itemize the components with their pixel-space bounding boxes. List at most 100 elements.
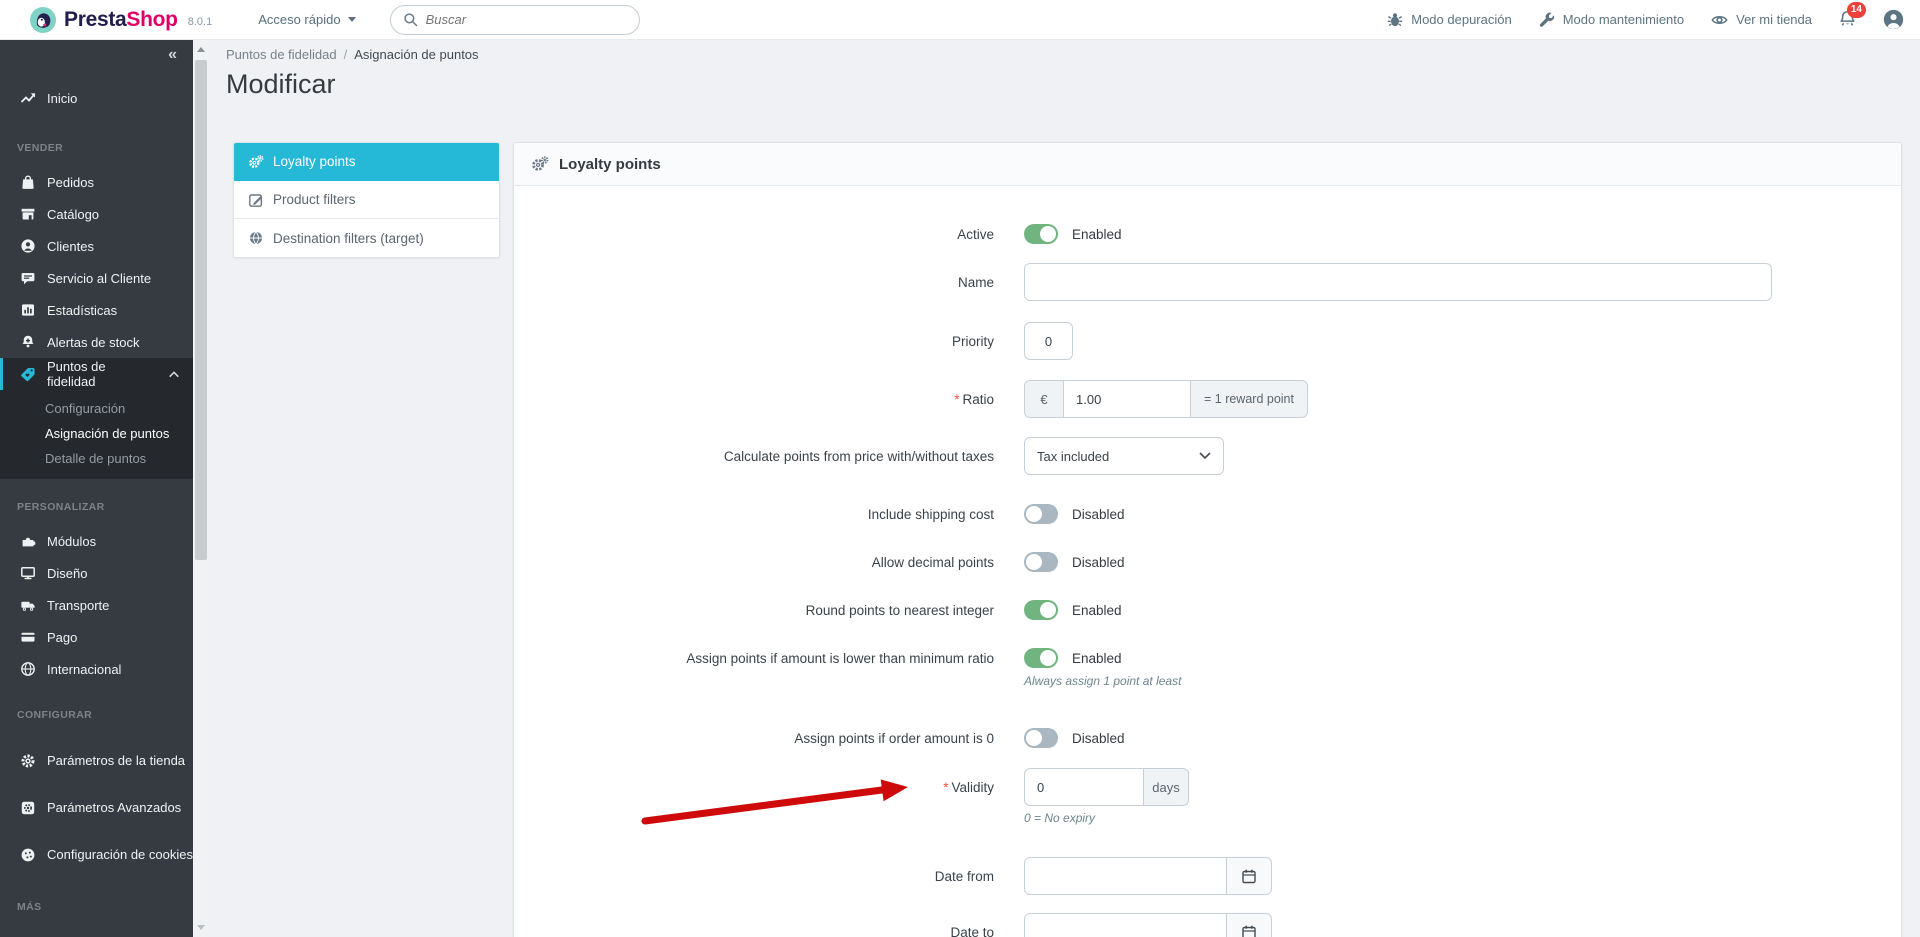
sidebar-item-parametros-tienda[interactable]: Parámetros de la tienda — [0, 741, 193, 781]
tab-product-filters[interactable]: Product filters — [234, 181, 499, 219]
sidebar-item-label: Inicio — [47, 90, 78, 106]
sidebar-subitem-detalle[interactable]: Detalle de puntos — [0, 446, 193, 471]
assign-lower-state-text: Enabled — [1072, 650, 1122, 666]
sidebar-item-inicio[interactable]: Inicio — [0, 82, 193, 114]
maintenance-mode-link[interactable]: Modo mantenimiento — [1538, 11, 1684, 29]
triangle-up-icon — [196, 47, 205, 52]
form-row-active: Active Enabled — [514, 224, 1901, 244]
breadcrumb: Puntos de fidelidad / Asignación de puntos — [208, 40, 1920, 62]
sidebar-item-pedidos[interactable]: Pedidos — [0, 166, 193, 198]
credit-card-icon — [21, 632, 35, 642]
gear-icon — [21, 754, 35, 768]
version-label: 8.0.1 — [187, 15, 213, 28]
assign-zero-toggle[interactable] — [1024, 728, 1058, 748]
required-mark: * — [954, 391, 960, 407]
active-toggle[interactable] — [1024, 224, 1058, 244]
notification-count-badge: 14 — [1846, 1, 1866, 18]
maintenance-mode-label: Modo mantenimiento — [1562, 12, 1685, 27]
sidebar-item-label: Pedidos — [47, 174, 94, 190]
monitor-icon — [21, 567, 35, 580]
priority-input[interactable] — [1024, 322, 1073, 360]
date-to-input[interactable] — [1024, 913, 1227, 937]
triangle-down-icon — [196, 925, 205, 930]
account-avatar-icon[interactable] — [1883, 9, 1904, 30]
sidebar-item-label: Módulos — [47, 533, 97, 549]
sidebar-collapse-button[interactable]: « — [0, 40, 193, 70]
sidebar-item-label: Catálogo — [47, 206, 100, 222]
sidebar-item-parametros-avanzados[interactable]: Parámetros Avanzados — [0, 788, 193, 828]
form-row-name: Name — [514, 263, 1901, 301]
view-shop-link[interactable]: Ver mi tienda — [1710, 11, 1812, 29]
sidebar-item-servicio[interactable]: Servicio al Cliente — [0, 262, 193, 294]
quick-access-dropdown[interactable]: Acceso rápido — [258, 12, 356, 27]
caret-down-icon — [347, 17, 356, 22]
debug-mode-link[interactable]: Modo depuración — [1386, 11, 1512, 29]
name-label: Name — [957, 274, 994, 290]
decimal-label: Allow decimal points — [871, 554, 994, 570]
taxes-label: Calculate points from price with/without… — [723, 448, 994, 464]
required-mark: * — [943, 779, 949, 795]
breadcrumb-parent[interactable]: Puntos de fidelidad — [226, 47, 337, 62]
scroll-down-button[interactable] — [193, 920, 208, 935]
date-to-label: Date to — [950, 924, 994, 937]
name-input[interactable] — [1024, 263, 1772, 301]
date-to-calendar-button[interactable] — [1226, 913, 1272, 937]
sidebar-item-estadisticas[interactable]: Estadísticas — [0, 294, 193, 326]
sidebar-item-diseno[interactable]: Diseño — [0, 557, 193, 589]
sidebar-scrollbar[interactable] — [193, 40, 208, 937]
sidebar-nav: « Inicio VENDER Pedidos Catálogo Cliente… — [0, 40, 193, 937]
sidebar-subitem-configuracion[interactable]: Configuración — [0, 396, 193, 421]
arrow-head — [880, 779, 908, 802]
round-label: Round points to nearest integer — [805, 602, 994, 618]
validity-help-text: 0 = No expiry — [1024, 811, 1096, 825]
gears-icon — [532, 156, 549, 171]
validity-input[interactable] — [1024, 768, 1144, 806]
taxes-select[interactable]: Tax included — [1024, 437, 1224, 475]
calendar-icon — [1242, 869, 1256, 884]
sidebar-item-catalogo[interactable]: Catálogo — [0, 198, 193, 230]
sidebar-item-pago[interactable]: Pago — [0, 621, 193, 653]
notifications-button[interactable]: 14 — [1838, 1, 1866, 31]
calendar-icon — [1242, 925, 1256, 937]
logo-wordmark: PrestaShop — [64, 7, 178, 31]
sidebar-section-personalizar: PERSONALIZAR — [17, 501, 105, 513]
date-from-calendar-button[interactable] — [1226, 857, 1272, 895]
search-input[interactable] — [425, 12, 627, 27]
tab-destination-filters[interactable]: Destination filters (target) — [234, 219, 499, 257]
sidebar-section-mas: MÁS — [17, 901, 42, 913]
sidebar-item-alertas[interactable]: Alertas de stock — [0, 326, 193, 358]
sidebar-item-internacional[interactable]: Internacional — [0, 653, 193, 685]
sidebar-item-cookies[interactable]: Configuración de cookies — [0, 835, 193, 875]
toggle-knob — [1026, 506, 1042, 522]
date-from-input[interactable] — [1024, 857, 1227, 895]
shipping-state-text: Disabled — [1072, 506, 1125, 522]
form-row-shipping: Include shipping cost Disabled — [514, 504, 1901, 524]
sidebar-item-label: Internacional — [47, 661, 122, 677]
round-toggle[interactable] — [1024, 600, 1058, 620]
decimal-toggle[interactable] — [1024, 552, 1058, 572]
priority-label: Priority — [951, 333, 994, 349]
sidebar-item-puntos-fidelidad[interactable]: Puntos de fidelidad — [0, 358, 193, 390]
tab-label: Destination filters (target) — [273, 230, 424, 246]
sidebar-subitem-asignacion[interactable]: Asignación de puntos — [0, 421, 193, 446]
tab-label: Product filters — [273, 192, 356, 207]
search-box[interactable] — [389, 4, 640, 35]
sidebar-item-modulos[interactable]: Módulos — [0, 525, 193, 557]
scroll-up-button[interactable] — [193, 42, 208, 57]
assign-lower-label: Assign points if amount is lower than mi… — [686, 650, 994, 666]
ratio-input[interactable] — [1063, 380, 1191, 418]
sidebar-item-transporte[interactable]: Transporte — [0, 589, 193, 621]
prestashop-logo[interactable]: PrestaShop 8.0.1 — [30, 6, 213, 33]
assign-zero-label: Assign points if order amount is 0 — [794, 730, 994, 746]
shipping-toggle[interactable] — [1024, 504, 1058, 524]
scrollbar-thumb[interactable] — [194, 60, 207, 560]
sidebar-item-clientes[interactable]: Clientes — [0, 230, 193, 262]
store-icon — [21, 208, 35, 220]
active-label: Active — [957, 226, 994, 242]
tab-loyalty-points[interactable]: Loyalty points — [234, 143, 499, 181]
annotation-arrow — [641, 779, 908, 825]
form-row-priority: Priority — [514, 322, 1901, 360]
assign-lower-toggle[interactable] — [1024, 648, 1058, 668]
form-row-round: Round points to nearest integer Enabled — [514, 600, 1901, 620]
date-from-input-group — [1024, 857, 1272, 895]
